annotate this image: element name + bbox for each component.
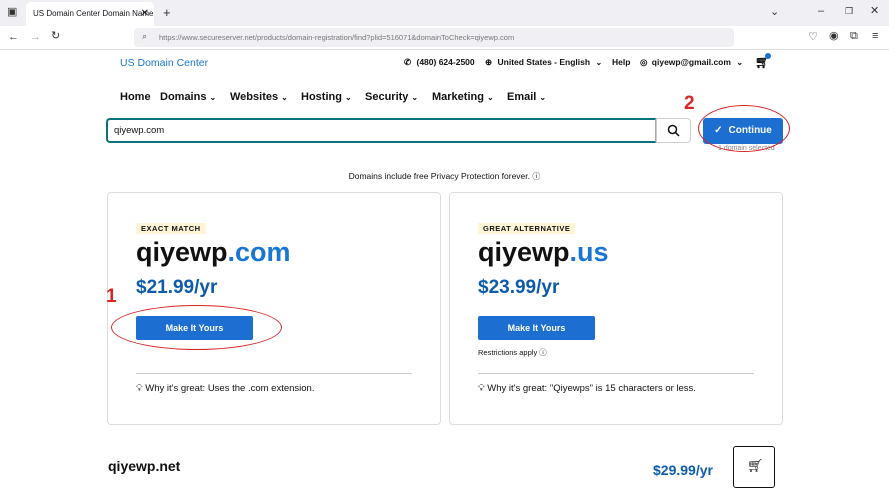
make-it-yours-button[interactable]: Make It Yours xyxy=(478,316,595,340)
why-great-text: Why it's great: Uses the .com extension. xyxy=(145,383,315,394)
annotation-label-1: 1 xyxy=(106,286,117,307)
url-text: https://www.secureserver.net/products/do… xyxy=(159,33,515,42)
menu-icon[interactable]: ≡ xyxy=(872,31,878,42)
search-icon: ⌕ xyxy=(142,31,148,41)
close-window-icon[interactable]: ✕ xyxy=(870,6,879,17)
chevron-down-icon[interactable]: ⌄ xyxy=(770,7,779,18)
page: US Domain Center ✆ (480) 624-2500 ⊕ Unit… xyxy=(0,50,889,500)
annotation-label-2: 2 xyxy=(684,93,695,114)
minimize-icon[interactable]: – xyxy=(818,6,824,17)
annotation-circle-2 xyxy=(698,105,790,152)
chevron-down-icon: ⌄ xyxy=(281,93,288,102)
forward-icon[interactable]: → xyxy=(30,32,41,43)
domain-name: qiyewp.com xyxy=(136,237,291,268)
result-domain-price: $29.99/yr xyxy=(653,462,713,478)
chevron-down-icon: ⌄ xyxy=(411,93,419,102)
phone-number: (480) 624-2500 xyxy=(416,57,475,67)
account-menu[interactable]: ◎ qiyewp@gmail.com ⌄ xyxy=(640,57,743,68)
help-link[interactable]: Help xyxy=(612,57,630,67)
restrictions-note: Restrictions apply ⓘ xyxy=(478,347,547,358)
nav-domains-label: Domains xyxy=(160,91,207,103)
chevron-down-icon: ⌄ xyxy=(736,58,744,67)
nav-security[interactable]: Security ⌄ xyxy=(365,91,418,103)
nav-websites[interactable]: Websites ⌄ xyxy=(230,91,288,103)
nav-email[interactable]: Email ⌄ xyxy=(507,91,546,103)
browser-nav-bar: ← → ↻ ⌕ https://www.secureserver.net/pro… xyxy=(0,26,889,50)
divider xyxy=(136,373,412,374)
extensions-icon[interactable]: ⧉ xyxy=(850,31,858,42)
domain-sld: qiyewp xyxy=(136,237,228,267)
result-domain-name: qiyewp.net xyxy=(108,458,181,474)
globe-icon: ⊕ xyxy=(485,57,493,67)
nav-marketing[interactable]: Marketing ⌄ xyxy=(432,91,494,103)
phone-link[interactable]: ✆ (480) 624-2500 xyxy=(404,57,475,68)
address-bar[interactable]: ⌕ https://www.secureserver.net/products/… xyxy=(134,28,734,47)
tab-list-icon[interactable]: ▣ xyxy=(7,7,17,18)
domain-tld: .com xyxy=(227,237,291,267)
nav-websites-label: Websites xyxy=(230,91,279,103)
exact-match-badge: EXACT MATCH xyxy=(136,223,206,234)
privacy-note: Domains include free Privacy Protection … xyxy=(0,171,889,182)
nav-home[interactable]: Home xyxy=(120,91,151,103)
cart-dot-icon xyxy=(765,53,771,59)
new-tab-button[interactable]: + xyxy=(163,6,171,19)
why-great-text: Why it's great: "Qiyewps" is 15 characte… xyxy=(487,383,696,394)
divider xyxy=(478,373,754,374)
phone-icon: ✆ xyxy=(404,57,412,67)
why-great: 💡︎ Why it's great: Uses the .com extensi… xyxy=(136,383,314,394)
search-button[interactable] xyxy=(656,118,691,143)
domain-card-alternative: GREAT ALTERNATIVE qiyewp.us $23.99/yr Ma… xyxy=(449,192,783,425)
great-alternative-badge: GREAT ALTERNATIVE xyxy=(478,223,576,234)
region-label: United States - English xyxy=(497,57,591,67)
domain-tld: .us xyxy=(569,237,609,267)
restore-icon[interactable]: ❐ xyxy=(845,7,853,16)
chevron-down-icon: ⌄ xyxy=(539,93,547,102)
info-icon[interactable]: ⓘ xyxy=(532,172,540,181)
chevron-down-icon: ⌄ xyxy=(486,93,494,102)
lightbulb-icon: 💡︎ xyxy=(136,383,143,394)
reload-icon[interactable]: ↻ xyxy=(51,31,60,42)
annotation-circle-1 xyxy=(111,305,282,350)
domain-price: $21.99/yr xyxy=(136,277,218,298)
chevron-down-icon: ⌄ xyxy=(595,58,603,67)
cart-button[interactable]: 🛒︎ xyxy=(755,53,771,69)
domain-name: qiyewp.us xyxy=(478,237,609,268)
brand-logo[interactable]: US Domain Center xyxy=(120,57,208,69)
lightbulb-icon: 💡︎ xyxy=(478,383,485,394)
tab-close-icon[interactable]: ✕ xyxy=(141,2,149,26)
add-to-cart-button[interactable]: 🛒︎ xyxy=(733,446,775,488)
nav-marketing-label: Marketing xyxy=(432,91,484,103)
region-selector[interactable]: ⊕ United States - English ⌄ xyxy=(485,57,602,68)
why-great: 💡︎ Why it's great: "Qiyewps" is 15 chara… xyxy=(478,383,696,394)
nav-security-label: Security xyxy=(365,91,409,103)
add-cart-icon: 🛒︎ xyxy=(747,458,764,473)
info-icon[interactable]: ⓘ xyxy=(539,348,547,357)
domain-search-input[interactable]: qiyewp.com xyxy=(106,118,656,143)
pocket-icon[interactable]: ♡ xyxy=(808,32,818,43)
nav-hosting[interactable]: Hosting ⌄ xyxy=(301,91,352,103)
domain-sld: qiyewp xyxy=(478,237,570,267)
restrictions-text: Restrictions apply xyxy=(478,348,538,357)
user-icon: ◎ xyxy=(640,57,648,67)
search-icon xyxy=(667,124,680,137)
account-email: qiyewp@gmail.com xyxy=(651,57,731,67)
privacy-note-text: Domains include free Privacy Protection … xyxy=(348,171,531,181)
nav-domains[interactable]: Domains ⌄ xyxy=(160,91,216,103)
back-icon[interactable]: ← xyxy=(8,32,19,43)
account-icon[interactable]: ◉ xyxy=(829,31,839,42)
tab-title: US Domain Center Domain Name S xyxy=(33,9,154,18)
chevron-down-icon: ⌄ xyxy=(344,93,352,102)
browser-tab-strip: ▣ US Domain Center Domain Name S ✕ + ⌄ –… xyxy=(0,0,889,26)
nav-email-label: Email xyxy=(507,91,537,103)
chevron-down-icon: ⌄ xyxy=(209,93,217,102)
domain-price: $23.99/yr xyxy=(478,277,560,298)
nav-hosting-label: Hosting xyxy=(301,91,342,103)
browser-tab[interactable]: US Domain Center Domain Name S ✕ xyxy=(26,2,154,26)
